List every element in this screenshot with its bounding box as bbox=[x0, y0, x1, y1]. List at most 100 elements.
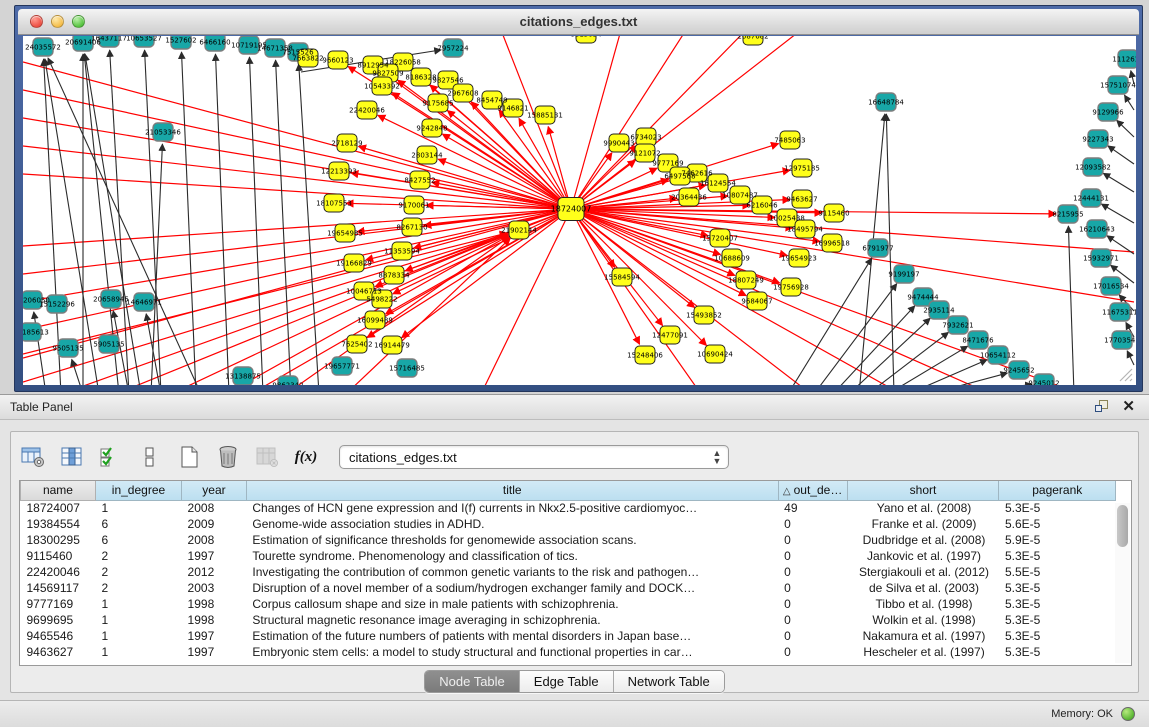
column-header-pagerank[interactable]: pagerank bbox=[999, 481, 1116, 500]
svg-text:9227343: 9227343 bbox=[1082, 136, 1113, 144]
svg-text:9245012: 9245012 bbox=[1028, 380, 1059, 386]
svg-text:10025438: 10025438 bbox=[769, 215, 805, 223]
function-builder-button[interactable]: f(x) bbox=[292, 443, 320, 471]
svg-text:20364436: 20364436 bbox=[671, 194, 707, 202]
table-row[interactable]: 1830029562008Estimation of significance … bbox=[21, 532, 1116, 548]
tab-node-table[interactable]: Node Table bbox=[425, 671, 520, 692]
window-title: citations_edges.txt bbox=[18, 14, 1139, 29]
svg-text:8813054: 8813054 bbox=[570, 36, 602, 39]
svg-text:10690424: 10690424 bbox=[697, 351, 733, 359]
svg-text:10654112: 10654112 bbox=[980, 352, 1016, 360]
svg-text:16210643: 16210643 bbox=[1079, 226, 1115, 234]
svg-text:9827509: 9827509 bbox=[372, 70, 403, 78]
svg-text:6734023: 6734023 bbox=[630, 134, 661, 142]
column-header-in_degree[interactable]: in_degree bbox=[95, 481, 181, 500]
svg-text:14646971: 14646971 bbox=[126, 299, 162, 307]
svg-text:11353594: 11353594 bbox=[384, 248, 420, 256]
svg-text:9827546: 9827546 bbox=[432, 77, 464, 85]
float-panel-icon[interactable] bbox=[1095, 399, 1110, 414]
svg-text:10046713: 10046713 bbox=[346, 288, 382, 296]
delete-table-button[interactable] bbox=[214, 443, 242, 471]
svg-text:9660123: 9660123 bbox=[322, 57, 353, 65]
table-row[interactable]: 969969511998Structural magnetic resonanc… bbox=[21, 612, 1116, 628]
node-table[interactable]: namein_degreeyeartitle△out_de…shortpager… bbox=[19, 480, 1132, 666]
table-row[interactable]: 1938455462009Genome-wide association stu… bbox=[21, 516, 1116, 532]
close-window-button[interactable] bbox=[30, 15, 43, 28]
svg-text:19657771: 19657771 bbox=[324, 363, 360, 371]
zoom-window-button[interactable] bbox=[72, 15, 85, 28]
svg-text:5498222: 5498222 bbox=[366, 296, 397, 304]
svg-text:18107553: 18107553 bbox=[316, 200, 352, 208]
svg-text:10653527: 10653527 bbox=[126, 36, 162, 43]
scrollbar-thumb[interactable] bbox=[1117, 505, 1128, 547]
close-panel-icon[interactable]: ✕ bbox=[1122, 399, 1135, 414]
table-row[interactable]: 977716911998Corpus callosum shape and si… bbox=[21, 596, 1116, 612]
table-settings-button[interactable] bbox=[19, 443, 47, 471]
select-columns-button[interactable] bbox=[58, 443, 86, 471]
table-panel-title: Table Panel bbox=[10, 400, 73, 414]
svg-text:9242848: 9242848 bbox=[416, 125, 447, 133]
table-selector-dropdown[interactable]: citations_edges.txt ▲▼ bbox=[339, 445, 729, 469]
table-panel-header: Table Panel ✕ bbox=[0, 395, 1149, 420]
svg-text:15932971: 15932971 bbox=[1083, 255, 1119, 263]
svg-text:18226058: 18226058 bbox=[385, 59, 421, 67]
status-bar: Memory: OK bbox=[0, 700, 1149, 727]
svg-text:6497568: 6497568 bbox=[664, 173, 695, 181]
svg-text:10688609: 10688609 bbox=[714, 255, 750, 263]
table-row[interactable]: 1872400712008Changes of HCN gene express… bbox=[21, 500, 1116, 516]
svg-text:19166829: 19166829 bbox=[336, 260, 372, 268]
svg-text:2087682: 2087682 bbox=[737, 36, 768, 41]
svg-text:15584594: 15584594 bbox=[604, 274, 640, 282]
svg-text:1527602: 1527602 bbox=[165, 37, 196, 45]
svg-text:19654985: 19654985 bbox=[327, 230, 363, 238]
column-header-out_de[interactable]: △out_de… bbox=[778, 481, 847, 500]
svg-text:18807249: 18807249 bbox=[728, 277, 764, 285]
citation-graph[interactable]: 1872400724035572206914061643711710653527… bbox=[23, 36, 1136, 385]
new-table-button[interactable] bbox=[175, 443, 203, 471]
svg-text:15751074: 15751074 bbox=[1100, 82, 1136, 90]
network-canvas[interactable]: 1872400724035572206914061643711710653527… bbox=[23, 36, 1136, 385]
svg-text:9245652: 9245652 bbox=[1003, 367, 1034, 375]
svg-text:9175685: 9175685 bbox=[422, 100, 453, 108]
svg-text:10807487: 10807487 bbox=[722, 192, 758, 200]
table-row[interactable]: 2242004622012Investigating the contribut… bbox=[21, 564, 1116, 580]
svg-text:15720407: 15720407 bbox=[702, 235, 738, 243]
column-header-year[interactable]: year bbox=[182, 481, 247, 500]
table-row[interactable]: 911546021997Tourette syndrome. Phenomeno… bbox=[21, 548, 1116, 564]
network-window[interactable]: citations_edges.txt 18724007240355722069… bbox=[14, 5, 1143, 392]
svg-text:9129966: 9129966 bbox=[1092, 109, 1124, 117]
svg-text:19756928: 19756928 bbox=[773, 284, 809, 292]
svg-text:8878334: 8878334 bbox=[378, 272, 410, 280]
table-row[interactable]: 946362711997Embryonic stem cells: a mode… bbox=[21, 644, 1116, 660]
table-row[interactable]: 946554611997Estimation of the future num… bbox=[21, 628, 1116, 644]
svg-text:8454749: 8454749 bbox=[476, 97, 507, 105]
column-header-short[interactable]: short bbox=[847, 481, 999, 500]
svg-text:16437117: 16437117 bbox=[91, 36, 127, 43]
svg-text:6466160: 6466160 bbox=[199, 39, 230, 47]
svg-text:9115460: 9115460 bbox=[818, 210, 849, 218]
minimize-window-button[interactable] bbox=[51, 15, 64, 28]
table-panel-body: f(x) citations_edges.txt ▲▼ namein_degre… bbox=[10, 431, 1139, 693]
network-window-titlebar[interactable]: citations_edges.txt bbox=[18, 9, 1139, 35]
column-header-name[interactable]: name bbox=[21, 481, 96, 500]
resize-grip-icon[interactable] bbox=[1118, 367, 1134, 383]
svg-text:21053346: 21053346 bbox=[145, 129, 181, 137]
svg-text:8215955: 8215955 bbox=[1052, 211, 1083, 219]
table-scrollbar[interactable] bbox=[1115, 503, 1130, 663]
svg-text:8471676: 8471676 bbox=[962, 337, 994, 345]
tab-network-table[interactable]: Network Table bbox=[614, 671, 724, 692]
svg-text:9862342: 9862342 bbox=[272, 382, 303, 386]
tab-edge-table[interactable]: Edge Table bbox=[520, 671, 614, 692]
svg-text:9146821: 9146821 bbox=[497, 105, 528, 113]
select-all-check-button[interactable] bbox=[97, 443, 125, 471]
svg-text:17016534: 17016534 bbox=[1093, 283, 1129, 291]
svg-text:16648784: 16648784 bbox=[868, 99, 904, 107]
svg-text:10543392: 10543392 bbox=[364, 83, 400, 91]
svg-text:11675311: 11675311 bbox=[1102, 309, 1136, 317]
table-row[interactable]: 1456911722003Disruption of a novel membe… bbox=[21, 580, 1116, 596]
row-options-button[interactable] bbox=[136, 443, 164, 471]
svg-text:15885131: 15885131 bbox=[527, 112, 563, 120]
svg-text:18495794: 18495794 bbox=[787, 226, 823, 234]
svg-text:5905135: 5905135 bbox=[93, 341, 124, 349]
column-header-title[interactable]: title bbox=[246, 481, 778, 500]
